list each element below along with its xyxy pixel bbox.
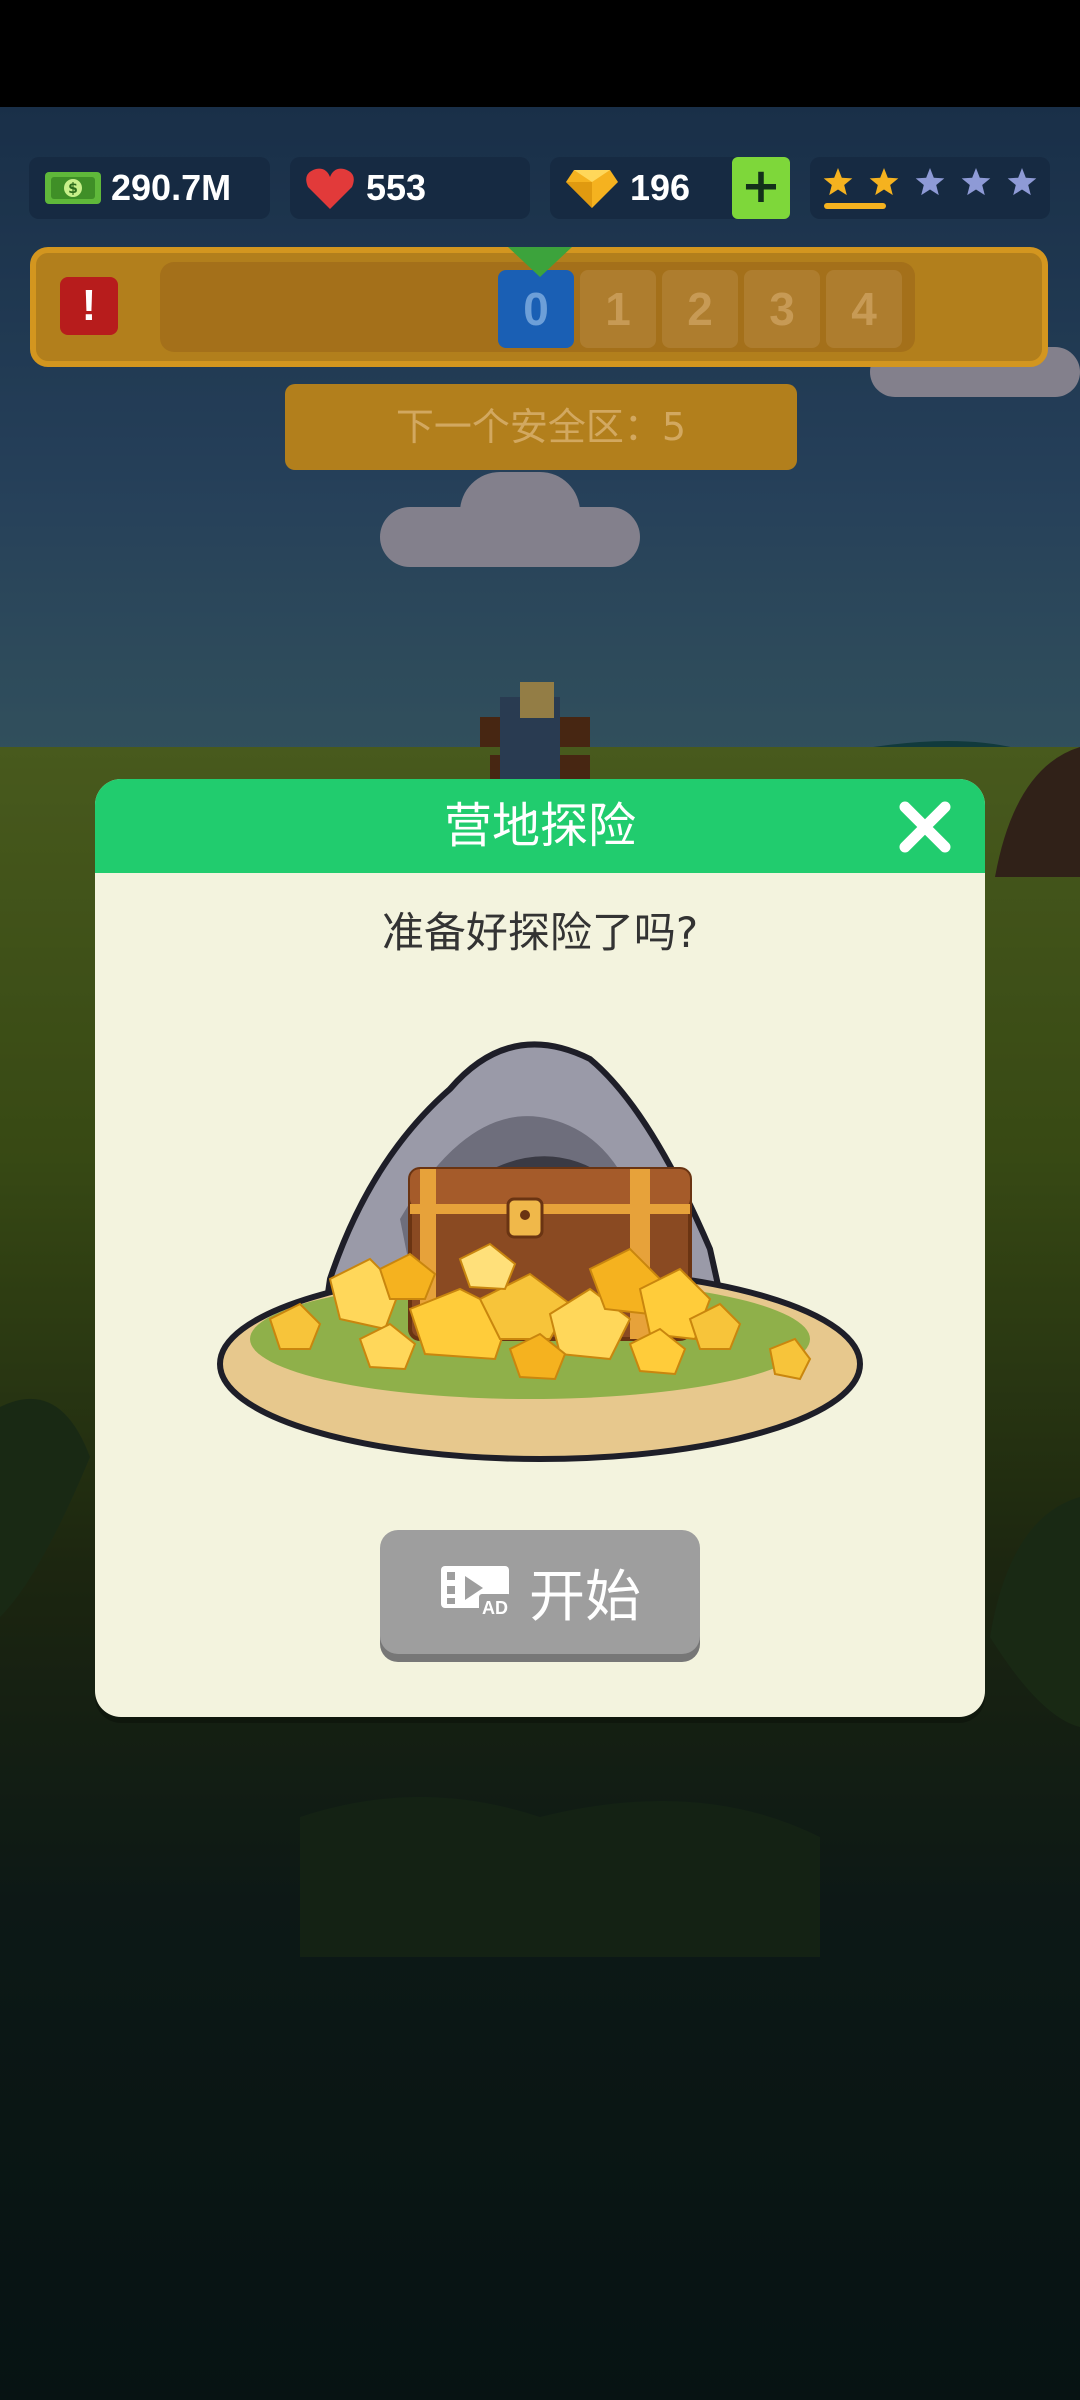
video-ad-icon: AD <box>441 1566 511 1618</box>
next-safe-zone-label: 下一个安全区：5 <box>285 384 797 470</box>
add-gems-button[interactable]: + <box>732 157 790 219</box>
cash-value: 290.7M <box>111 167 232 208</box>
svg-text:AD: AD <box>482 1598 508 1618</box>
star-progress-fill <box>824 203 886 209</box>
level-cell: 0 <box>498 270 574 348</box>
hearts-value: 553 <box>366 167 427 208</box>
alert-icon[interactable]: ! <box>60 277 118 335</box>
treasure-chest-illustration <box>217 1041 863 1462</box>
level-cell: 4 <box>826 270 902 348</box>
star-rating <box>810 157 1050 219</box>
level-cell: 1 <box>580 270 656 348</box>
close-icon[interactable] <box>895 797 955 857</box>
star-empty-icon <box>1007 168 1037 196</box>
stars-row <box>823 168 1037 209</box>
level-cell: 2 <box>662 270 738 348</box>
star-filled-icon <box>823 168 853 196</box>
camp-adventure-dialog: 营地探险 准备好探险了吗? AD 开始 <box>95 779 985 1717</box>
dialog-title: 营地探险 <box>443 798 636 854</box>
star-empty-icon <box>915 168 945 196</box>
star-filled-icon <box>869 168 899 196</box>
level-cell: 3 <box>744 270 820 348</box>
gems-value: 196 <box>630 167 691 208</box>
svg-text:$: $ <box>68 181 78 197</box>
start-button-label: 开始 <box>529 1564 641 1630</box>
cash-icon: $ <box>45 172 101 204</box>
hearts-counter: 553 <box>290 157 530 219</box>
cash-counter: $ 290.7M <box>29 157 270 219</box>
diamond-icon <box>566 170 618 208</box>
start-button[interactable]: AD 开始 <box>380 1530 700 1654</box>
dialog-question: 准备好探险了吗? <box>381 908 699 957</box>
star-empty-icon <box>961 168 991 196</box>
current-level-marker-icon <box>508 247 572 277</box>
heart-icon <box>306 168 354 209</box>
